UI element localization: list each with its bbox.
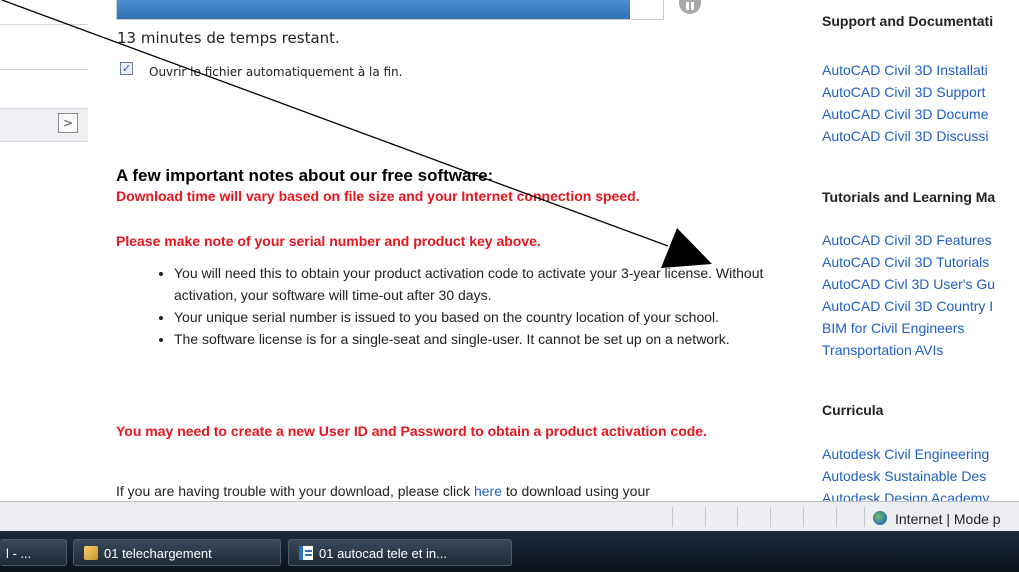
annotation-arrow (1, 0, 712, 268)
status-divider (864, 507, 865, 527)
taskbar-label: 01 telechargement (104, 546, 212, 561)
internet-zone-icon (873, 511, 887, 525)
taskbar-button-autocad-doc[interactable]: 01 autocad tele et in... (288, 539, 512, 566)
status-divider (705, 507, 706, 527)
status-divider (836, 507, 837, 527)
taskbar-button[interactable]: l - ... (0, 539, 67, 566)
security-zone-text[interactable]: Internet | Mode p (895, 511, 1001, 527)
browser-status-bar (0, 501, 1019, 532)
document-icon (299, 546, 313, 560)
folder-icon (84, 546, 98, 560)
status-divider (803, 507, 804, 527)
taskbar-label: l - ... (6, 546, 32, 561)
taskbar-label: 01 autocad tele et in... (319, 546, 447, 561)
status-divider (737, 507, 738, 527)
status-divider (672, 507, 673, 527)
taskbar-button-telechargement[interactable]: 01 telechargement (73, 539, 281, 566)
status-divider (770, 507, 771, 527)
